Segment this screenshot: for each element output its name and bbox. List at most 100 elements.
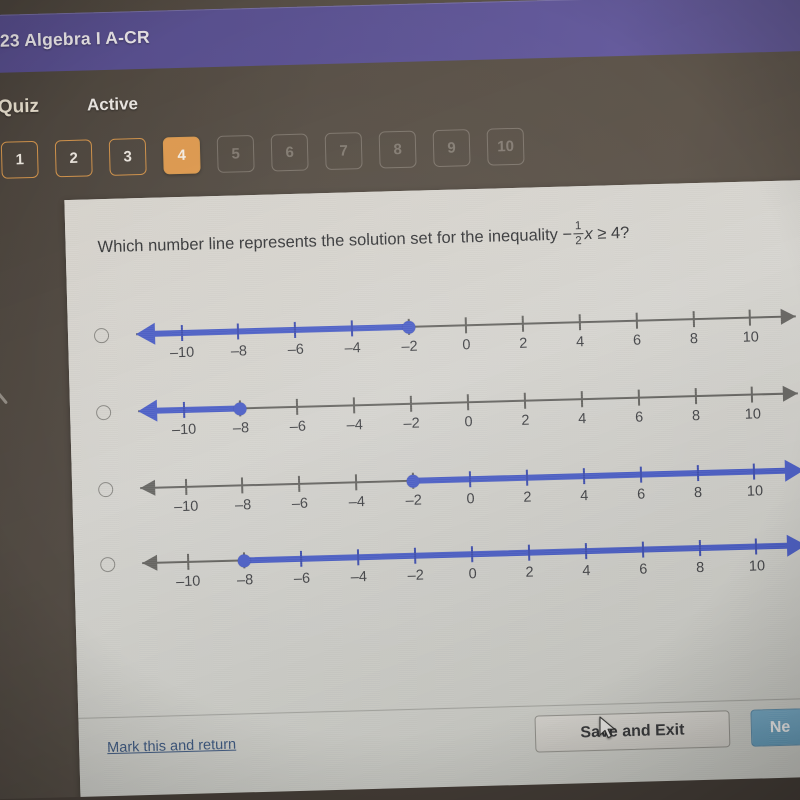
question-pill-7: 7 (324, 132, 363, 171)
axis-tick-label: 4 (582, 563, 591, 580)
axis-tick-label: 6 (639, 561, 648, 578)
question-pill-9: 9 (432, 129, 471, 168)
axis-tick (582, 468, 586, 485)
axis-tick (696, 465, 699, 482)
axis-tick-label: 10 (744, 406, 762, 423)
axis-tick-label: 4 (580, 488, 589, 505)
axis-tick-label: 2 (521, 412, 530, 429)
axis-tick (182, 401, 185, 418)
answer-option[interactable]: –10 –8 –6 –4 –2 0 2 4 6 8 10 (98, 449, 800, 530)
axis-tick-label: 2 (519, 335, 528, 352)
axis-tick (755, 538, 758, 555)
axis-tick (413, 547, 417, 564)
question-prompt: Which number line represents the solutio… (97, 215, 797, 261)
answer-option[interactable]: –10 –8 –6 –4 –2 0 2 4 6 8 10 (93, 295, 800, 376)
axis-tick-label: –10 (171, 421, 197, 439)
axis-tick (641, 541, 644, 558)
axis-tick (525, 469, 529, 486)
solution-segment (149, 323, 410, 337)
axis-tick (584, 543, 588, 560)
next-button[interactable]: Ne (750, 706, 800, 747)
axis-tick-label: 4 (575, 334, 585, 351)
number-line-option-d: –10 –8 –6 –4 –2 0 2 4 6 8 10 (141, 524, 800, 604)
axis-tick-label: –8 (236, 572, 254, 589)
axis-tick (468, 471, 472, 488)
endpoint-dot-closed (406, 474, 420, 488)
axis-tick (466, 394, 470, 411)
axis-tick (470, 546, 474, 563)
axis-tick (241, 477, 244, 494)
axis-tick-label: 6 (634, 409, 644, 426)
radio-option-d[interactable] (100, 556, 116, 573)
question-pill-10: 10 (486, 127, 525, 166)
axis-tick-label: –8 (232, 420, 250, 437)
answer-option[interactable]: –10 –8 –6 –4 –2 0 2 4 6 8 10 (95, 372, 800, 453)
axis-tick-label: –4 (348, 494, 366, 511)
question-pill-2[interactable]: 2 (54, 139, 93, 178)
axis-tick (753, 463, 756, 480)
axis-tick-label: –10 (169, 344, 195, 362)
question-relation: ≥ 4? (592, 223, 630, 243)
axis-tick (186, 553, 189, 570)
axis-tick-label: –10 (175, 573, 201, 591)
arrowhead-right-icon (784, 459, 800, 482)
axis-tick-label: 2 (523, 489, 532, 506)
axis-tick-label: 10 (748, 558, 766, 575)
question-pill-5: 5 (216, 134, 255, 173)
axis-tick (237, 323, 240, 340)
axis-tick (184, 478, 187, 495)
save-and-exit-button[interactable]: Save and Exit (534, 710, 731, 753)
axis-tick (694, 388, 697, 405)
axis-tick (357, 549, 360, 566)
axis-tick (635, 312, 638, 329)
axis-tick (639, 466, 642, 483)
question-pill-4[interactable]: 4 (162, 136, 201, 175)
axis-tick (298, 475, 301, 492)
fraction-numerator: 1 (574, 220, 582, 233)
axis-tick-label: –2 (407, 567, 425, 584)
axis-tick-label: 8 (691, 407, 701, 425)
question-card: Which number line represents the solutio… (64, 179, 800, 800)
number-line-option-b: –10 –8 –6 –4 –2 0 2 4 6 8 10 (137, 372, 799, 452)
axis-tick (637, 389, 640, 406)
fraction-one-half: 12 (573, 220, 584, 248)
axis-tick-label: 6 (632, 332, 642, 349)
axis-tick-label: 8 (693, 484, 703, 502)
axis-tick (350, 320, 354, 337)
radio-option-b[interactable] (95, 404, 112, 421)
mark-this-and-return-link[interactable]: Mark this and return (107, 737, 236, 756)
axis-tick-label: 10 (746, 483, 764, 500)
axis-tick-label: –8 (230, 343, 248, 360)
radio-option-a[interactable] (93, 327, 110, 344)
radio-option-c[interactable] (98, 481, 114, 498)
axis-tick-label: 2 (525, 564, 534, 581)
axis-tick-label: 0 (464, 414, 473, 431)
question-pill-3[interactable]: 3 (108, 137, 147, 176)
axis-tick (180, 324, 183, 342)
axis-tick-label: –6 (287, 341, 305, 359)
course-title: -2023 Algebra I A-CR (0, 26, 151, 52)
answer-option[interactable]: –10 –8 –6 –4 –2 0 2 4 6 8 10 (100, 524, 800, 605)
question-pill-1[interactable]: 1 (0, 140, 39, 179)
axis-tick (692, 311, 695, 328)
axis-tick (580, 391, 583, 408)
axis-tick (353, 397, 356, 414)
axis-tick-label: –2 (403, 415, 420, 433)
screen-photo: -2023 Algebra I A-CR Quiz Active 1234567… (0, 0, 800, 800)
axis-tick-label: 0 (466, 491, 475, 508)
axis-tick (527, 544, 531, 561)
axis-tick (355, 474, 358, 491)
number-line-option-a: –10 –8 –6 –4 –2 0 2 4 6 8 10 (135, 295, 796, 375)
question-lead: Which number line represents the solutio… (97, 225, 563, 257)
axis-tick (296, 398, 299, 415)
axis-tick-label: –6 (293, 570, 311, 588)
question-minus-sign: − (562, 225, 573, 244)
mouse-cursor-icon (599, 716, 616, 739)
axis-tick-label: –8 (234, 497, 252, 514)
axis-tick (300, 550, 303, 567)
axis-tick (751, 386, 754, 403)
arrowhead-left-icon (139, 479, 156, 497)
axis-tick-label: –4 (350, 569, 368, 586)
axis-tick-label: 8 (689, 331, 699, 348)
axis-tick-label: 6 (636, 486, 646, 503)
